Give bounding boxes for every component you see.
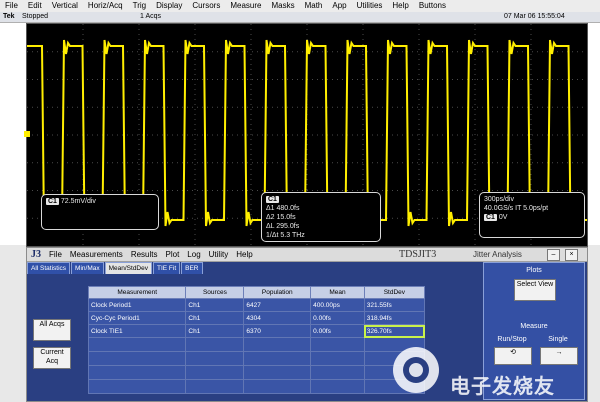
jit-menu-utility[interactable]: Utility — [205, 250, 233, 259]
watermark-text: 电子发烧友 — [450, 374, 555, 398]
select-view-button[interactable]: Select View — [514, 279, 556, 301]
channel-tag: C1 — [46, 198, 59, 205]
table-row-empty — [87, 365, 426, 380]
table-row[interactable]: Cyc-Cyc Period1 Ch1 4304 0.00fs 318.94fs — [87, 311, 426, 325]
col-stddev[interactable]: StdDev — [363, 286, 426, 299]
menu-math[interactable]: Math — [300, 0, 328, 12]
menu-edit[interactable]: Edit — [23, 0, 47, 12]
left-strip — [0, 23, 27, 245]
results-table: Measurement Sources Population Mean StdD… — [87, 286, 426, 394]
trigger-tag: C1 — [484, 214, 497, 221]
measurement-readout: C1 Δ1 480.0fs Δ2 15.0fs ΔL 295.0fs 1/Δt … — [261, 192, 381, 242]
product-name: TDSJIT3 — [399, 249, 437, 260]
meas-line-4: 1/Δt 5.3 THz — [266, 232, 305, 239]
timebase-scale: 300ps/div — [484, 196, 514, 203]
table-cell: 6427 — [243, 298, 312, 312]
col-mean[interactable]: Mean — [310, 286, 365, 299]
table-cell: 0.00fs — [310, 311, 365, 325]
jit-menu-help[interactable]: Help — [232, 250, 256, 259]
tab-mean-stddev[interactable]: Mean/StdDev — [104, 262, 152, 274]
menu-vertical[interactable]: Vertical — [47, 0, 83, 12]
table-cell: 4304 — [243, 311, 312, 325]
timebase-readout: 300ps/div 40.0GS/s IT 5.0ps/pt C1 0V — [479, 192, 585, 238]
table-row[interactable]: Clock Period1 Ch1 6427 400.00ps 321.55fs — [87, 298, 426, 312]
col-population[interactable]: Population — [243, 286, 312, 299]
tab-all-statistics[interactable]: All Statistics — [27, 262, 71, 274]
right-strip — [587, 23, 600, 245]
close-icon[interactable]: × — [565, 249, 578, 261]
jit-menu-measurements[interactable]: Measurements — [66, 250, 127, 259]
trigger-level: 0V — [498, 214, 508, 221]
table-cell: 321.55fs — [363, 298, 426, 312]
jit-menu-results[interactable]: Results — [127, 250, 162, 259]
scope-display[interactable]: C1 72.5mV/div C1 Δ1 480.0fs Δ2 15.0fs ΔL… — [26, 23, 588, 247]
meas-line-2: Δ2 15.0fs — [266, 214, 296, 221]
plots-label: Plots — [526, 267, 542, 274]
jit-menubar: J3 File Measurements Results Plot Log Ut… — [27, 248, 587, 262]
table-cell: Clock TIE1 — [87, 324, 187, 338]
meas-tag: C1 — [266, 196, 279, 203]
channel-scale: 72.5mV/div — [60, 198, 96, 205]
table-cell: 6370 — [243, 324, 312, 338]
table-cell: Ch1 — [185, 311, 245, 325]
table-row-empty — [87, 379, 426, 394]
table-row-empty — [87, 337, 426, 352]
col-measurement[interactable]: Measurement — [87, 286, 187, 299]
tab-ber[interactable]: BER — [181, 262, 203, 274]
menu-trig[interactable]: Trig — [128, 0, 151, 12]
all-acqs-button[interactable]: All Acqs — [33, 319, 71, 341]
datetime: 07 Mar 06 15:55:04 — [504, 13, 565, 20]
acq-count: 1 Acqs — [140, 13, 162, 20]
minimize-button[interactable]: – — [547, 249, 560, 261]
table-cell: 400.00ps — [310, 298, 365, 312]
menu-help[interactable]: Help — [387, 0, 413, 12]
table-cell: Clock Period1 — [87, 298, 187, 312]
scope-status-bar: Tek Stopped 1 Acqs 07 Mar 06 15:55:04 — [0, 12, 600, 23]
meas-line-1: Δ1 480.0fs — [266, 205, 300, 212]
current-acq-button[interactable]: Current Acq — [33, 347, 71, 369]
table-row-empty — [87, 351, 426, 366]
menu-buttons[interactable]: Buttons — [414, 0, 451, 12]
tab-min-max[interactable]: Min/Max — [71, 262, 104, 274]
brand-logo: Tek — [3, 13, 15, 20]
menu-cursors[interactable]: Cursors — [187, 0, 225, 12]
meas-line-3: ΔL 295.0fs — [266, 223, 300, 230]
results-tabs: All Statistics Min/Max Mean/StdDev TIE F… — [27, 262, 204, 274]
channel-ground-marker[interactable] — [24, 131, 30, 137]
menu-file[interactable]: File — [0, 0, 23, 12]
table-cell: 0.00fs — [310, 324, 365, 338]
measure-label: Measure — [520, 323, 548, 330]
product-subtitle: Jitter Analysis — [473, 250, 522, 259]
table-row[interactable]: Clock TIE1 Ch1 6370 0.00fs 326.70fs — [87, 324, 426, 338]
acq-state: Stopped — [22, 13, 49, 20]
menu-measure[interactable]: Measure — [225, 0, 266, 12]
watermark: 电子发烧友 — [388, 336, 600, 400]
menu-display[interactable]: Display — [151, 0, 187, 12]
sample-rate: 40.0GS/s IT 5.0ps/pt — [484, 205, 549, 212]
jit-menu-file[interactable]: File — [45, 250, 66, 259]
table-cell: Cyc-Cyc Period1 — [87, 311, 187, 325]
table-cell: 318.94fs — [363, 311, 426, 325]
jit-logo: J3 — [31, 249, 41, 260]
col-sources[interactable]: Sources — [185, 286, 245, 299]
jit-menu-log[interactable]: Log — [183, 250, 204, 259]
tab-tie-fit[interactable]: TIE Fit — [153, 262, 181, 274]
table-header-row: Measurement Sources Population Mean StdD… — [87, 286, 426, 299]
menu-utilities[interactable]: Utilities — [352, 0, 388, 12]
table-cell: Ch1 — [185, 298, 245, 312]
jit-menu-plot[interactable]: Plot — [162, 250, 184, 259]
table-cell: Ch1 — [185, 324, 245, 338]
menu-masks[interactable]: Masks — [266, 0, 299, 12]
menu-horiz-acq[interactable]: Horiz/Acq — [83, 0, 128, 12]
menu-app[interactable]: App — [327, 0, 351, 12]
channel-readout: C1 72.5mV/div — [41, 194, 159, 230]
